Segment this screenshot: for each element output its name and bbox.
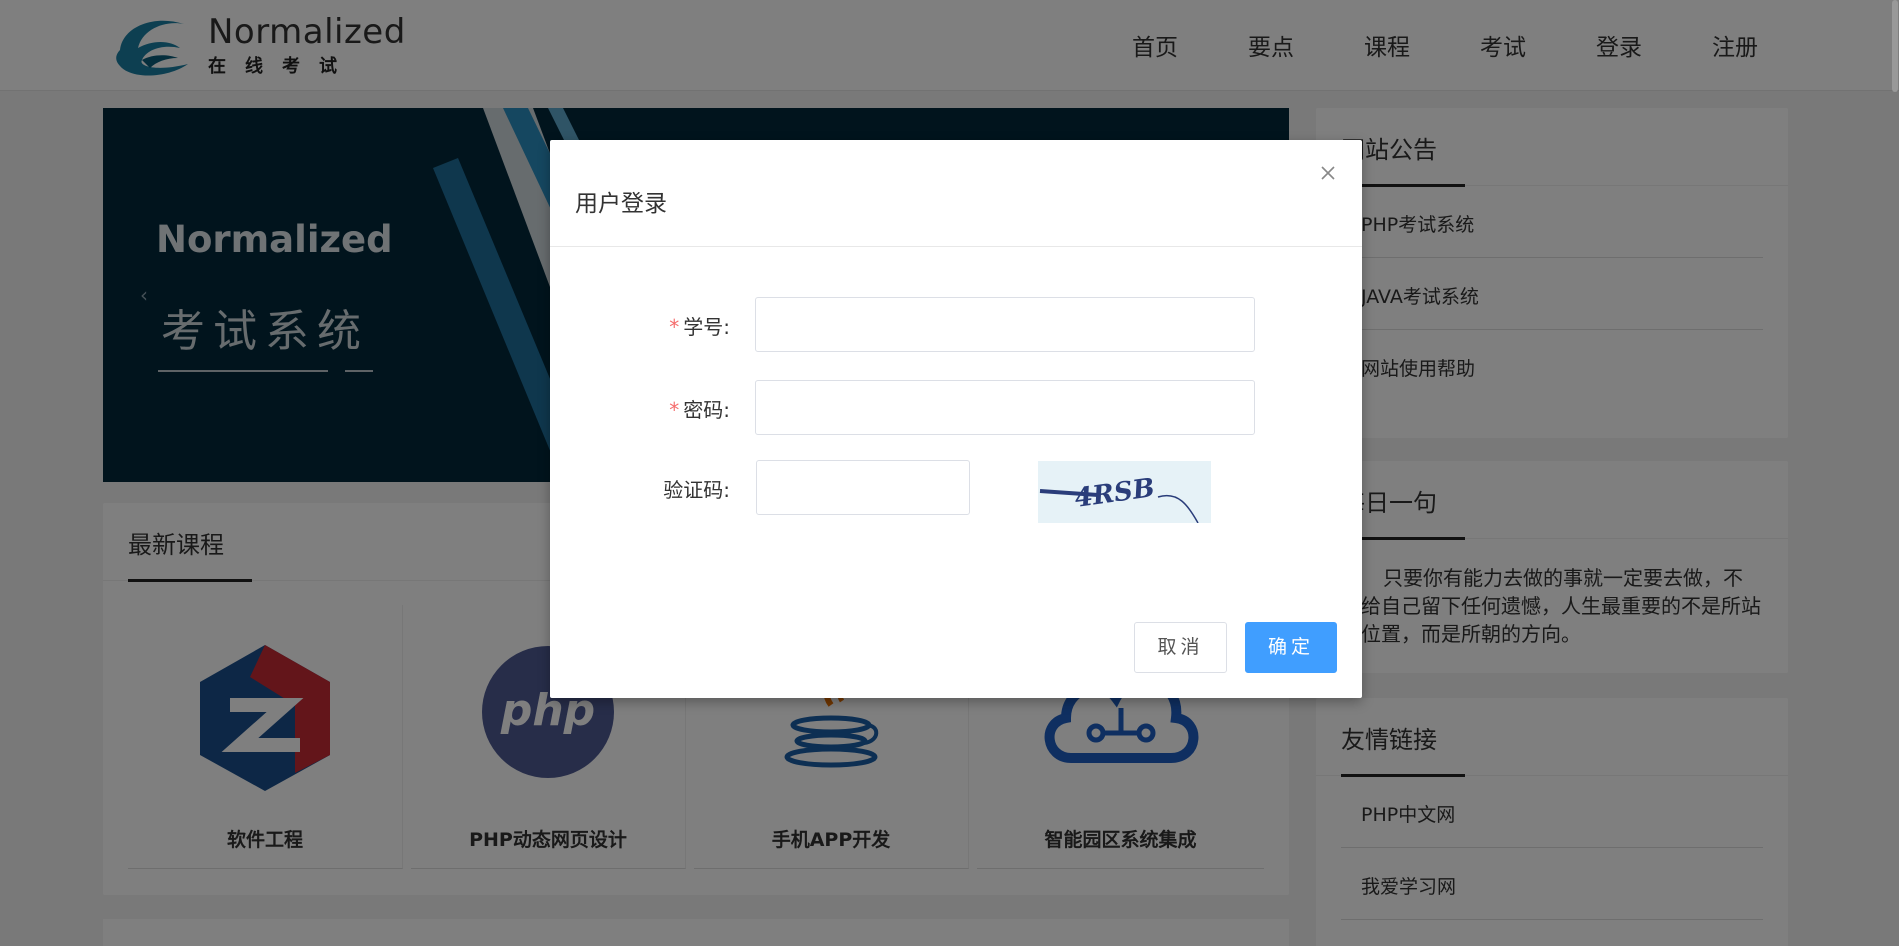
student-id-row: * 学号: (550, 297, 1362, 353)
captcha-row: 验证码: (550, 460, 1362, 516)
close-icon[interactable] (1319, 164, 1337, 182)
captcha-graphic: 4RSB (1039, 473, 1199, 523)
required-asterisk: * (669, 398, 680, 422)
dialog-title: 用户登录 (575, 191, 667, 217)
confirm-button[interactable]: 确定 (1245, 622, 1337, 673)
required-asterisk: * (669, 315, 680, 339)
student-id-input[interactable] (755, 297, 1255, 352)
captcha-input[interactable] (756, 460, 970, 515)
dialog-header: 用户登录 (550, 140, 1362, 247)
password-input[interactable] (755, 380, 1255, 435)
password-label: * 密码: (669, 398, 730, 422)
student-id-label: * 学号: (669, 315, 730, 339)
password-row: * 密码: (550, 380, 1362, 436)
captcha-label: 验证码: (663, 478, 730, 502)
svg-text:4RSB: 4RSB (1073, 473, 1157, 514)
scrollbar-thumb[interactable] (1892, 0, 1898, 92)
cancel-button[interactable]: 取消 (1134, 622, 1227, 673)
captcha-image[interactable]: 4RSB (1038, 461, 1211, 523)
login-dialog: 用户登录 * 学号: * 密码: 验证码: 4RSB 取消 确定 (550, 140, 1362, 698)
page-scrollbar[interactable] (1891, 0, 1899, 946)
